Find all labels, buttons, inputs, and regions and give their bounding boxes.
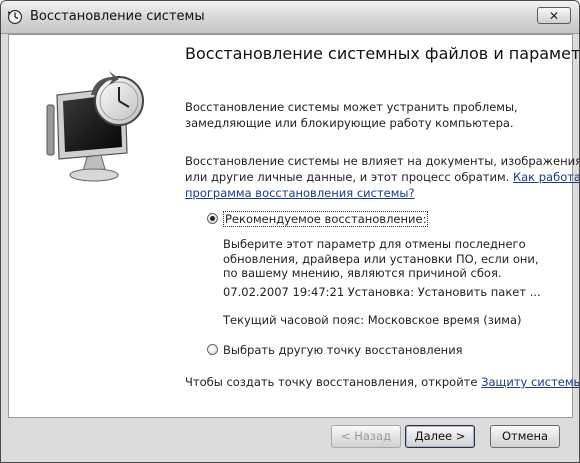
how-it-works-link[interactable]: Как работает bbox=[513, 170, 579, 184]
info-text: или другие личные данные, и этот процесс… bbox=[185, 170, 513, 184]
dialog-body: Восстановление системных файлов и параме… bbox=[8, 34, 579, 418]
back-button[interactable]: < Назад bbox=[331, 425, 401, 448]
recommended-restore-radio[interactable] bbox=[207, 213, 218, 224]
monitor-clock-icon bbox=[46, 71, 144, 182]
info-line: Восстановление системы не влияет на доку… bbox=[185, 154, 580, 168]
other-restore-point-label[interactable]: Выбрать другую точку восстановления bbox=[223, 343, 463, 357]
recommended-desc-line: обновления, драйвера или установки ПО, е… bbox=[223, 251, 539, 266]
title-bar[interactable]: Восстановление системы ✕ bbox=[1, 1, 579, 34]
cancel-button[interactable]: Отмена bbox=[490, 425, 560, 448]
system-restore-window: Восстановление системы ✕ Восстановление … bbox=[0, 0, 580, 463]
close-button[interactable]: ✕ bbox=[537, 7, 571, 24]
restore-point-info: 07.02.2007 19:47:21 Установка: Установит… bbox=[223, 285, 541, 299]
recommended-restore-label[interactable]: Рекомендуемое восстановление: bbox=[223, 211, 429, 227]
info-line: или другие личные данные, и этот процесс… bbox=[185, 169, 579, 185]
description-line: Восстановление системы может устранить п… bbox=[185, 100, 518, 114]
other-restore-point-radio[interactable] bbox=[207, 344, 218, 355]
info-line: программа восстановления системы? bbox=[185, 185, 579, 201]
recommended-desc-line: по вашему мнению, являются причиной сбоя… bbox=[223, 266, 502, 280]
timezone-info: Текущий часовой пояс: Московское время (… bbox=[223, 313, 522, 327]
close-icon: ✕ bbox=[548, 9, 560, 23]
system-protection-link[interactable]: Защиту системы bbox=[481, 375, 579, 389]
how-it-works-link-continued[interactable]: программа восстановления системы? bbox=[185, 186, 415, 200]
next-button[interactable]: Далее > bbox=[405, 425, 475, 448]
description-line: замедляющие или блокирующие работу компь… bbox=[185, 116, 514, 130]
recommended-description: Выберите этот параметр для отмены послед… bbox=[223, 237, 539, 281]
description-paragraph: Восстановление системы может устранить п… bbox=[185, 99, 518, 131]
window-title: Восстановление системы bbox=[30, 9, 205, 24]
page-heading: Восстановление системных файлов и параме… bbox=[185, 44, 580, 63]
footer-text: Чтобы создать точку восстановления, откр… bbox=[185, 375, 482, 389]
info-paragraph: Восстановление системы не влияет на доку… bbox=[185, 153, 580, 201]
recommended-desc-line: Выберите этот параметр для отмены послед… bbox=[223, 237, 526, 251]
footer-note: Чтобы создать точку восстановления, откр… bbox=[185, 375, 579, 389]
system-restore-icon bbox=[7, 9, 23, 25]
